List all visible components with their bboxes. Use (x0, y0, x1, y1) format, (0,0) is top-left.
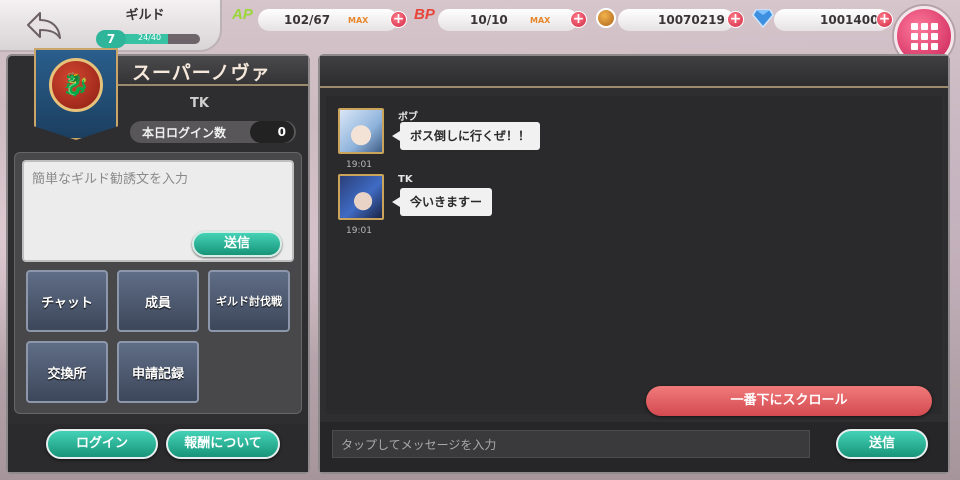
chat-message: 19:01 ボブ ボス倒しに行くぜ！！ (338, 108, 738, 180)
bp-max: MAX (530, 16, 551, 25)
message-sender: ボブ (398, 112, 418, 123)
back-button[interactable] (22, 8, 66, 42)
login-button[interactable]: ログイン (46, 429, 158, 459)
coin-icon (596, 8, 616, 28)
message-sender: TK (398, 174, 413, 185)
coin-value: 10070219 (658, 13, 725, 27)
gem-value: 1001400 (820, 13, 879, 27)
gem-stat: 1001400 (774, 9, 890, 31)
guild-battle-button[interactable]: ギルド討伐戦 (208, 270, 290, 332)
ap-max: MAX (348, 16, 369, 25)
message-time: 19:01 (346, 160, 372, 170)
chat-header (320, 56, 948, 88)
bp-stat: 10/10 MAX (438, 9, 578, 31)
login-count-value: 0 (250, 121, 294, 143)
message-bubble: ボス倒しに行くぜ！！ (391, 122, 541, 150)
dragon-icon: 🐉 (49, 58, 103, 112)
recruit-send-button[interactable]: 送信 (192, 231, 282, 257)
bp-plus-button[interactable]: + (570, 11, 587, 28)
rewards-button[interactable]: 報酬について (166, 429, 280, 459)
chat-send-button[interactable]: 送信 (836, 429, 928, 459)
guild-name: スーパーノヴァ (132, 62, 271, 84)
chat-message-input[interactable]: タップしてメッセージを入力 (332, 430, 810, 458)
gem-plus-button[interactable]: + (876, 11, 893, 28)
login-count-display: 本日ログイン数 0 (130, 121, 296, 143)
back-arrow-icon (27, 12, 61, 39)
chat-button[interactable]: チャット (26, 270, 108, 332)
ap-value: 102/67 (284, 13, 331, 27)
exchange-button[interactable]: 交換所 (26, 341, 108, 403)
members-button[interactable]: 成員 (117, 270, 199, 332)
ap-stat: 102/67 MAX (258, 9, 398, 31)
bp-label: BP (414, 6, 435, 23)
login-count-label: 本日ログイン数 (142, 126, 227, 140)
gem-icon (752, 9, 774, 28)
avatar[interactable] (338, 108, 384, 154)
message-bubble: 今いきますー (391, 188, 493, 216)
ap-label: AP (232, 6, 253, 23)
guild-leader: TK (190, 96, 209, 111)
coin-stat: 10070219 (618, 9, 734, 31)
level-progress-text: 24/40 (138, 33, 162, 42)
grid-menu-icon (910, 22, 938, 50)
chat-message: 19:01 TK 今いきますー (338, 174, 738, 246)
guild-emblem: 🐉 (34, 48, 118, 140)
page-title: ギルド (125, 8, 165, 23)
coin-plus-button[interactable]: + (727, 11, 744, 28)
level-badge: 7 (96, 30, 126, 48)
scroll-to-bottom-button[interactable]: 一番下にスクロール (646, 386, 932, 416)
application-record-button[interactable]: 申請記録 (117, 341, 199, 403)
bp-value: 10/10 (470, 13, 508, 27)
avatar[interactable] (338, 174, 384, 220)
message-time: 19:01 (346, 226, 372, 236)
ap-plus-button[interactable]: + (390, 11, 407, 28)
